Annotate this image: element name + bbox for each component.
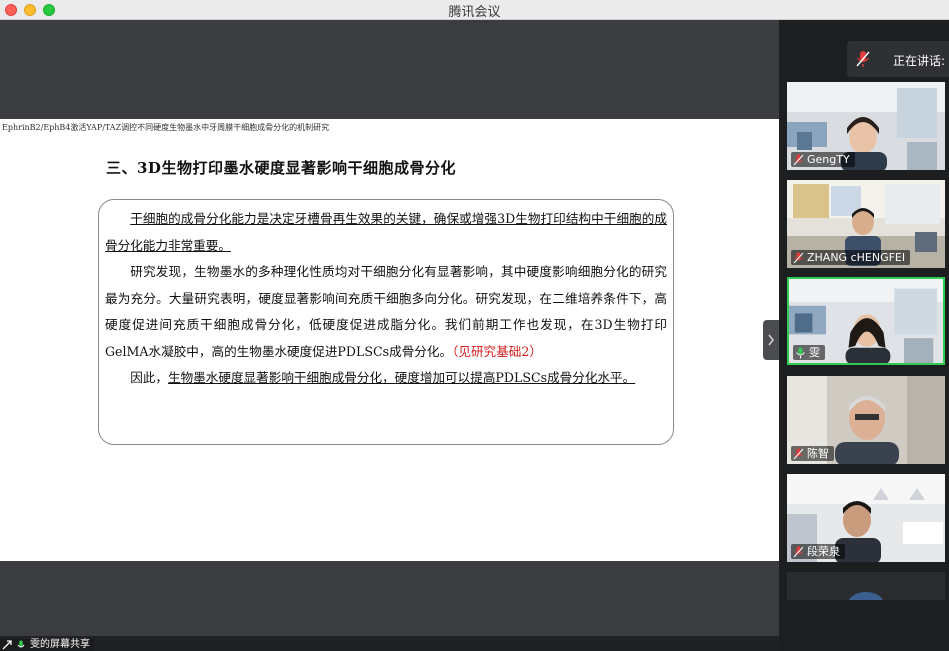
slide-paragraph-1: 干细胞的成骨分化能力是决定牙槽骨再生效果的关键，确保或增强3D生物打印结构中干细… [105,211,667,253]
title-bar: 腾讯会议 [0,0,949,20]
window-title: 腾讯会议 [448,5,501,20]
slide-paragraph-3: 因此，生物墨水硬度显著影响干细胞成骨分化，硬度增加可以提高PDLSCs成骨分化水… [130,370,636,385]
participant-tile-partial[interactable] [787,572,945,600]
slide-heading: 三、3D生物打印墨水硬度显著影响干细胞成骨分化 [106,159,456,177]
participant-tile-active[interactable]: 雯 [787,277,945,365]
participant-tile[interactable]: ZHANG cHENGFEI [787,180,945,268]
mic-muted-icon [793,546,804,557]
mic-icon [796,347,805,358]
shared-slide: EphrinB2/EphB4激活YAP/TAZ调控不同硬度生物墨水中牙周膜干细胞… [0,119,779,561]
slide-paragraph-2: 研究发现，生物墨水的多种理化性质均对干细胞分化有显著影响，其中硬度影响细胞分化的… [105,264,667,359]
participant-name-tag: ZHANG cHENGFEI [791,250,911,265]
speaking-indicator: 正在讲话: [847,41,949,77]
bottom-strip [0,636,779,651]
participant-tile[interactable]: 陈智 [787,376,945,464]
speaking-label: 正在讲话: [893,54,946,68]
participant-name-tag: GengTY [791,152,855,167]
mic-muted-icon [793,252,804,263]
chevron-right-icon [768,334,775,346]
mic-muted-icon [856,51,870,67]
collapse-sidebar-button[interactable] [763,320,779,360]
slide-header: EphrinB2/EphB4激活YAP/TAZ调控不同硬度生物墨水中牙周膜干细胞… [2,123,330,132]
slide-text-box: 干细胞的成骨分化能力是决定牙槽骨再生效果的关键，确保或增强3D生物打印结构中干细… [98,199,674,445]
participant-name-tag: 段荣泉 [791,544,845,559]
screen-share-indicator[interactable]: 雯的屏幕共享 [0,639,94,651]
mic-muted-icon [793,154,804,165]
participant-name-tag: 雯 [793,345,825,360]
reference-note: （见研究基础2） [452,343,542,359]
participant-tile[interactable]: GengTY [787,82,945,170]
avatar [849,592,883,600]
mic-icon [17,640,25,648]
participant-tile[interactable]: 段荣泉 [787,474,945,562]
participant-name-tag: 陈智 [791,446,834,461]
mic-muted-icon [793,448,804,459]
expand-icon [2,640,12,650]
sharer-label: 雯的屏幕共享 [30,639,90,650]
